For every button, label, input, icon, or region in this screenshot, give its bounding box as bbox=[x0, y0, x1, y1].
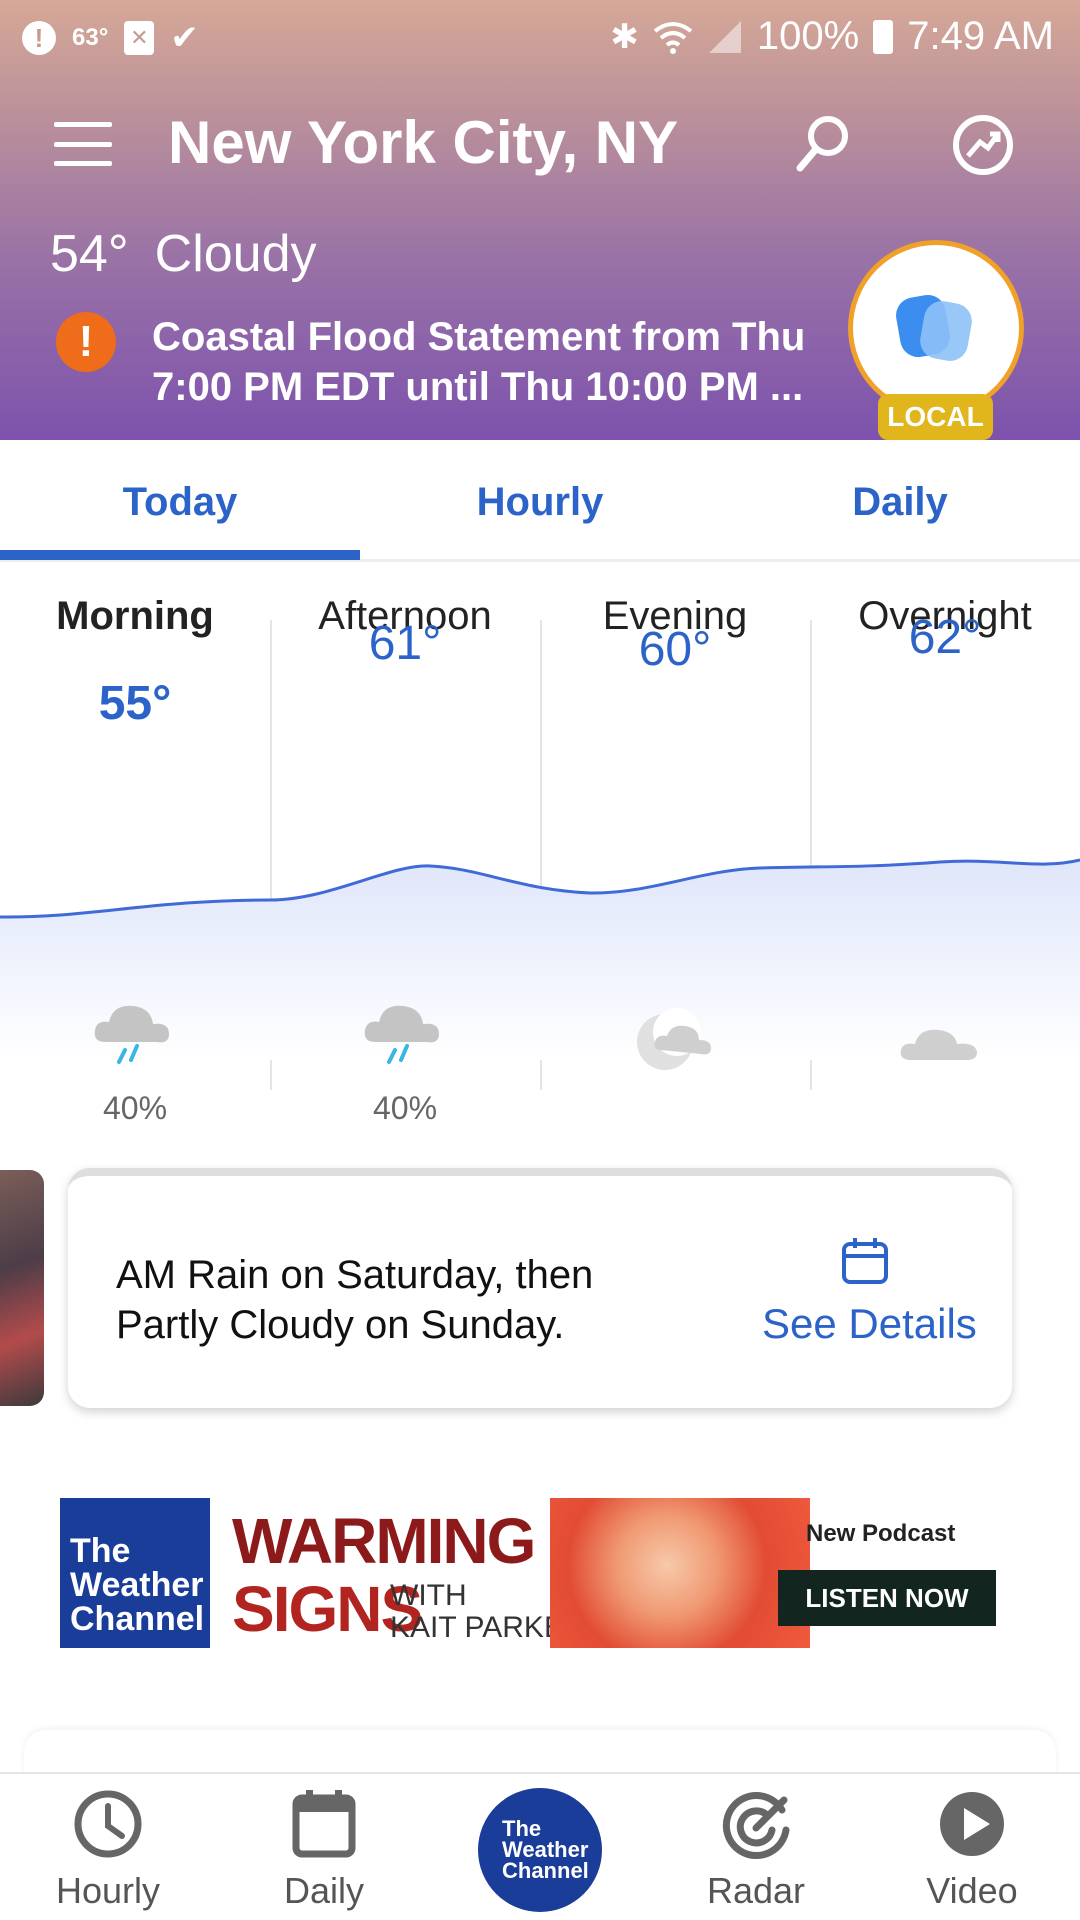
period-morning-label[interactable]: Morning bbox=[0, 594, 270, 639]
city-title[interactable]: New York City, NY bbox=[168, 108, 678, 177]
nav-daily-label: Daily bbox=[283, 1870, 364, 1911]
battery-icon bbox=[873, 19, 894, 54]
period-evening-temp: 60° bbox=[638, 623, 712, 676]
radar-icon bbox=[722, 1792, 790, 1859]
nav-hourly-label: Hourly bbox=[55, 1870, 161, 1911]
nav-video[interactable]: Video bbox=[864, 1774, 1080, 1920]
status-right: ✱ 100% 7:49 AM bbox=[610, 14, 1054, 59]
weather-channel-home-button[interactable]: The Weather Channel bbox=[478, 1788, 602, 1912]
see-details-link[interactable]: See Details bbox=[762, 1300, 977, 1348]
rain-cloud-icon bbox=[94, 1005, 169, 1064]
ad-host-photo bbox=[550, 1498, 810, 1648]
ad-weather-channel-logo: The Weather Channel bbox=[60, 1498, 210, 1648]
nav-radar-label: Radar bbox=[706, 1870, 806, 1911]
search-icon[interactable] bbox=[790, 112, 854, 176]
current-condition: Cloudy bbox=[154, 225, 317, 283]
menu-icon[interactable] bbox=[54, 122, 112, 166]
warning-icon: ! bbox=[56, 312, 116, 372]
tab-hourly[interactable]: Hourly bbox=[360, 480, 720, 525]
period-afternoon-precip: 40% bbox=[372, 1090, 438, 1126]
nav-daily[interactable]: Daily bbox=[216, 1774, 432, 1920]
calendar-icon bbox=[292, 1790, 356, 1858]
alert-banner[interactable]: ! Coastal Flood Statement from Thu 7:00 … bbox=[56, 312, 836, 412]
local-news-button[interactable] bbox=[848, 240, 1024, 416]
cloud-icon bbox=[900, 1029, 977, 1060]
location-share-icon[interactable] bbox=[950, 112, 1016, 178]
bluetooth-icon: ✱ bbox=[610, 17, 639, 56]
nav-radar[interactable]: Radar bbox=[648, 1774, 864, 1920]
active-tab-indicator bbox=[0, 550, 360, 560]
ad-listen-button[interactable]: LISTEN NOW bbox=[778, 1570, 996, 1626]
period-afternoon-temp: 61° bbox=[368, 617, 442, 670]
close-box-icon: ✕ bbox=[124, 21, 155, 55]
forecast-tabs: Today Hourly Daily bbox=[0, 440, 1080, 562]
period-morning-temp: 55° bbox=[98, 677, 172, 730]
nav-hourly[interactable]: Hourly bbox=[0, 1774, 216, 1920]
app-bar: New York City, NY bbox=[0, 80, 1080, 210]
video-thumbnail[interactable] bbox=[0, 1170, 44, 1406]
bottom-nav: Hourly Daily The Weather Channel Radar V… bbox=[0, 1772, 1080, 1920]
alert-text: Coastal Flood Statement from Thu 7:00 PM… bbox=[152, 315, 806, 409]
alert-notification-icon: ! bbox=[22, 21, 56, 55]
moon-cloud-icon bbox=[637, 1008, 711, 1070]
status-left: ! 63° ✕ ✔ bbox=[22, 18, 199, 58]
period-morning-precip: 40% bbox=[102, 1090, 168, 1126]
podcast-ad-banner[interactable]: The Weather Channel WARMING SIGNS WITH K… bbox=[60, 1498, 996, 1648]
clock-icon bbox=[74, 1790, 142, 1858]
tab-daily[interactable]: Daily bbox=[720, 480, 1080, 525]
wifi-icon bbox=[653, 21, 693, 54]
status-bar: ! 63° ✕ ✔ ✱ 100% 7:49 AM bbox=[0, 0, 1080, 72]
local-bubbles-icon bbox=[896, 294, 972, 361]
forecast-summary-text: AM Rain on Saturday, then Partly Cloudy … bbox=[116, 1253, 594, 1347]
signal-icon bbox=[708, 20, 741, 53]
status-temperature: 63° bbox=[72, 24, 109, 51]
ad-title-line1: WARMING bbox=[232, 1505, 536, 1577]
ad-podcast-label: New Podcast bbox=[806, 1520, 956, 1547]
current-temperature: 54° bbox=[50, 225, 129, 283]
battery-percent: 100% bbox=[756, 14, 860, 58]
local-label: LOCAL bbox=[878, 394, 993, 440]
current-conditions[interactable]: 54° Cloudy bbox=[50, 224, 317, 284]
clock: 7:49 AM bbox=[907, 14, 1054, 58]
tab-today[interactable]: Today bbox=[0, 480, 360, 525]
forecast-summary-card[interactable]: AM Rain on Saturday, then Partly Cloudy … bbox=[68, 1168, 1012, 1408]
header: ! 63° ✕ ✔ ✱ 100% 7:49 AM New York City, … bbox=[0, 0, 1080, 440]
nav-video-label: Video bbox=[926, 1870, 1018, 1911]
rain-cloud-icon bbox=[364, 1005, 439, 1064]
checkmark-icon: ✔ bbox=[170, 19, 199, 57]
today-periods: Morning Afternoon Evening Overnight 55° … bbox=[0, 580, 1080, 1126]
period-overnight-temp: 62° bbox=[908, 611, 982, 664]
calendar-icon bbox=[842, 1238, 888, 1284]
play-icon bbox=[940, 1792, 1004, 1856]
